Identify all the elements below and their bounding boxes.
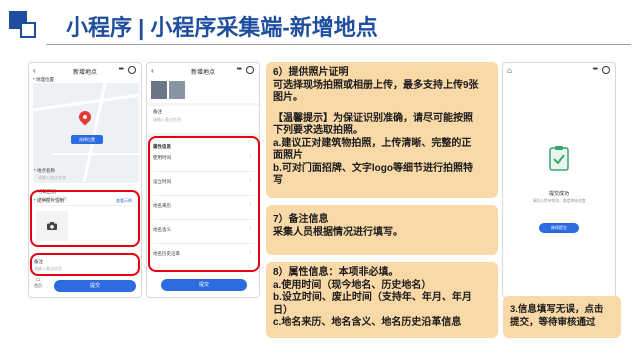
submit-button[interactable]: 提交 [54,280,136,292]
phone-topbar: ⌂ ••• [503,63,615,79]
home-icon: ⌂ [35,276,41,283]
info-line: 6）提供照片证明 [273,67,349,78]
more-icon[interactable]: ••• [237,66,242,73]
home-tab[interactable]: ⌂ 首页 [34,276,42,289]
info-box-photo-proof: 6）提供照片证明 可选择现场拍照或相册上传，最多支持上传9张 图片。 【温馨提示… [266,62,498,198]
info-line: 下列要求选取拍照。 [273,125,363,136]
phone-topbar: ‹ 新增地点 ••• [147,63,259,79]
info-line: a.使用时间（现今地名、历史地名） [273,279,432,291]
info-line: 图片。 [273,92,303,103]
close-miniapp-icon[interactable] [246,66,254,74]
info-line: c.地名来历、地名含义、地名历史沿革信息 [273,317,462,328]
info-line: 面照片 [273,150,303,161]
info-line: a.建议正对建筑物拍照，上传清晰、完整的正 [273,137,472,149]
info-line: b.设立时间、废止时间（支持年、年月、年月 [273,292,472,303]
info-line: 7）备注信息 [273,214,329,225]
clipboard-check-icon [549,146,569,171]
info-box-submit: 3.信息填写无误，点击 提交，等待审核通过 [503,296,621,338]
info-line: 3.信息填写无误，点击 [510,304,604,315]
note-label: 备注 [153,109,162,114]
success-description: 请耐心等待审核，查看审核进度 [532,199,586,203]
highlight-attributes-section [148,136,260,272]
info-line: 8）属性信息：本项非必填。 [273,267,399,278]
phone-title: 新增地点 [190,70,215,76]
info-line: 【温馨提示】为保证识别准确，请尽可能按照 [273,112,473,124]
highlight-note-section [30,253,140,276]
continue-submit-button[interactable]: 继续提交 [539,223,579,233]
info-line: 可选择现场拍照或相册上传，最多支持上传9张 [273,79,479,91]
close-miniapp-icon[interactable] [602,66,610,74]
field-placeholder[interactable]: 请输入地点名称 [38,175,66,181]
info-box-attributes: 8）属性信息：本项非必填。 a.使用时间（现今地名、历史地名） b.设立时间、废… [266,262,498,338]
note-input[interactable]: 请输入备注信息 [153,117,181,123]
highlight-photo-section [30,190,140,247]
success-title: 提交成功 [548,191,569,197]
info-line: 写 [273,175,283,186]
home-icon[interactable]: ⌂ [507,66,512,75]
phone-screen-success: ⌂ ••• 提交成功 请耐心等待审核，查看审核进度 继续提交 [502,62,616,298]
home-label: 首页 [34,283,42,288]
info-line: 日） [273,304,293,316]
info-line: 提交，等待审核通过 [510,317,596,328]
title-divider [46,44,631,45]
submit-button[interactable]: 提交 [161,279,247,291]
field-label: * 地点名称 [34,168,56,173]
info-line: b.可对门面招牌、文字logo等细节进行拍照特 [273,162,473,174]
uploaded-photo-thumb[interactable] [169,81,185,99]
page-title: 小程序 | 小程序采集端-新增地点 [66,15,378,40]
info-line: 采集人员根据情况进行填写。 [273,226,403,238]
uploaded-photo-thumb[interactable] [151,81,167,99]
info-box-notes: 7）备注信息 采集人员根据情况进行填写。 [266,205,498,255]
more-icon[interactable]: ••• [593,66,598,73]
logo-square-outline [20,22,36,38]
